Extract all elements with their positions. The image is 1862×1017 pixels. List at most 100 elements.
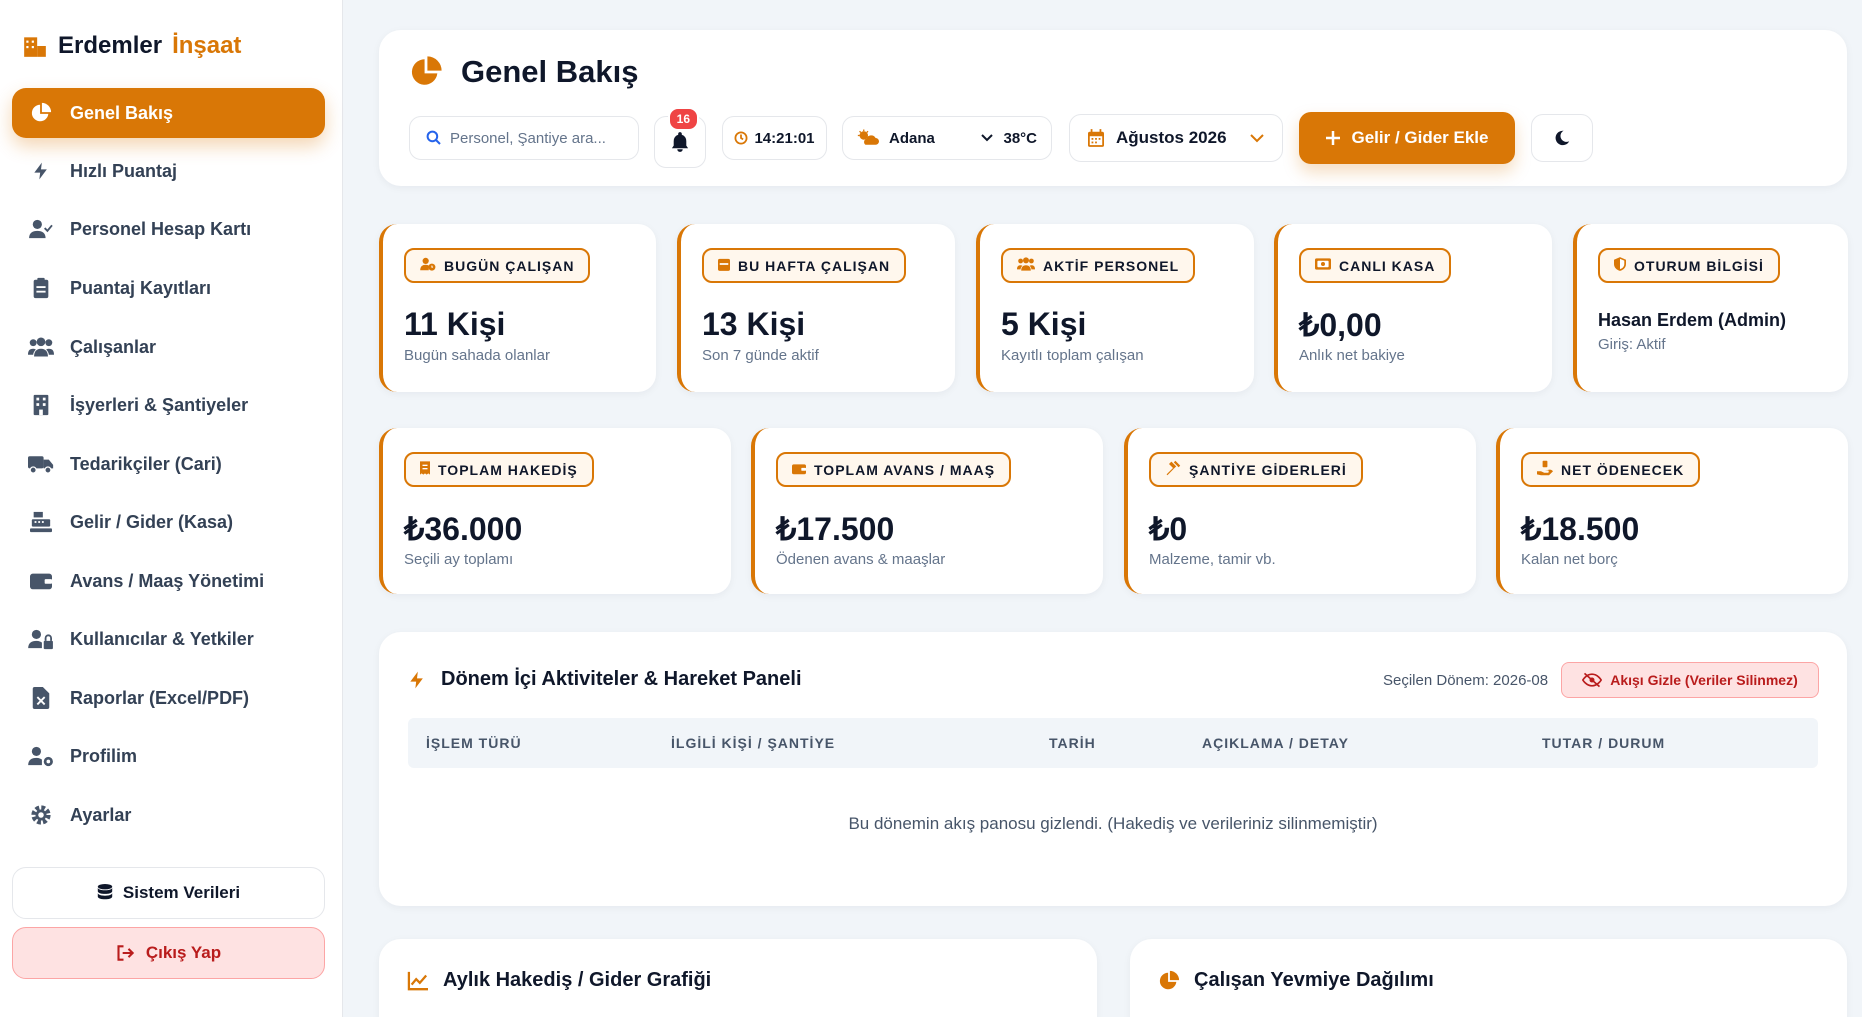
wallet-icon [792, 462, 806, 478]
sidebar-item-label: Personel Hesap Kartı [70, 218, 252, 239]
wage-distribution-card: Çalışan Yevmiye Dağılımı [1130, 939, 1847, 1017]
sidebar-item-calisanlar[interactable]: Çalışanlar [12, 322, 325, 372]
cash-register-icon [28, 509, 54, 535]
stat-card-aktif-personel: AKTİF PERSONEL 5 Kişi Kayıtlı toplam çal… [976, 224, 1254, 392]
session-status: Giriş: Aktif [1598, 336, 1666, 353]
line-chart-icon [407, 971, 428, 990]
calendar-icon [1088, 129, 1104, 147]
sidebar-item-isyerleri-santiyeler[interactable]: İşyerleri & Şantiyeler [12, 380, 325, 430]
add-button-label: Gelir / Gider Ekle [1351, 128, 1489, 147]
sidebar-item-puantaj-kayitlari[interactable]: Puantaj Kayıtları [12, 263, 325, 313]
sidebar-item-raporlar[interactable]: Raporlar (Excel/PDF) [12, 673, 325, 723]
stat-card-bugun-calisan: BUGÜN ÇALIŞAN 11 Kişi Bugün sahada olanl… [379, 224, 656, 392]
stat-badge: NET ÖDENECEK [1521, 452, 1701, 487]
receipt-icon [420, 461, 430, 478]
stat-card-toplam-avans-maas: TOPLAM AVANS / MAAŞ ₺17.500 Ödenen avans… [751, 428, 1103, 594]
brand-logo[interactable]: Erdemler İnşaat [22, 32, 241, 60]
column-header: TUTAR / DURUM [1542, 735, 1666, 751]
sidebar-item-label: Çalışanlar [70, 336, 157, 357]
logout-button[interactable]: Çıkış Yap [12, 927, 325, 979]
stat-label: ŞANTİYE GİDERLERİ [1189, 461, 1347, 478]
sidebar-item-avans-maas[interactable]: Avans / Maaş Yönetimi [12, 556, 325, 606]
bolt-icon [28, 158, 54, 184]
sidebar: Erdemler İnşaat Genel Bakış Hızlı Puanta… [0, 0, 343, 1017]
stat-badge: CANLI KASA [1299, 248, 1452, 283]
stat-sub: Kalan net borç [1521, 551, 1618, 568]
add-income-expense-button[interactable]: Gelir / Gider Ekle [1299, 112, 1515, 164]
pie-chart-icon [28, 100, 54, 126]
user-lock-icon [28, 626, 54, 652]
search-icon [426, 130, 441, 145]
stat-card-toplam-hakedis: TOPLAM HAKEDİŞ ₺36.000 Seçili ay toplamı [379, 428, 731, 594]
clock-icon [734, 131, 748, 145]
stat-sub: Anlık net bakiye [1299, 347, 1405, 364]
theme-toggle-button[interactable] [1531, 114, 1593, 162]
stat-value: ₺17.500 [776, 511, 895, 547]
sidebar-item-tedarikciler[interactable]: Tedarikçiler (Cari) [12, 439, 325, 489]
sidebar-item-kullanicilar-yetkiler[interactable]: Kullanıcılar & Yetkiler [12, 614, 325, 664]
monthly-chart-card: Aylık Hakediş / Gider Grafiği [379, 939, 1097, 1017]
activity-panel: Dönem İçi Aktiviteler & Hareket Paneli S… [379, 632, 1847, 906]
sidebar-item-profilim[interactable]: Profilim [12, 731, 325, 781]
sign-out-icon [117, 945, 134, 961]
stat-label: TOPLAM HAKEDİŞ [438, 461, 578, 478]
stat-badge: ŞANTİYE GİDERLERİ [1149, 452, 1363, 487]
notification-button[interactable]: 16 [654, 107, 706, 168]
chart-card-title-text: Aylık Hakediş / Gider Grafiği [443, 969, 712, 991]
stat-value: ₺0,00 [1299, 307, 1382, 343]
sidebar-item-label: Raporlar (Excel/PDF) [70, 687, 250, 708]
search-box[interactable] [409, 116, 639, 160]
moon-icon [1555, 130, 1570, 146]
plus-icon [1326, 131, 1341, 145]
chevron-down-icon [981, 134, 994, 142]
file-excel-icon [28, 685, 54, 711]
distribution-card-title: Çalışan Yevmiye Dağılımı [1158, 969, 1434, 992]
brand-name-part2: İnşaat [172, 32, 242, 59]
sun-cloud-icon [857, 129, 879, 145]
sidebar-item-ayarlar[interactable]: Ayarlar [12, 790, 325, 840]
sidebar-item-label: İşyerleri & Şantiyeler [70, 394, 249, 415]
sidebar-item-hizli-puantaj[interactable]: Hızlı Puantaj [12, 146, 325, 196]
hide-feed-label: Akışı Gizle (Veriler Silinmez) [1610, 672, 1798, 688]
stat-badge: BU HAFTA ÇALIŞAN [702, 248, 907, 283]
stat-badge: TOPLAM HAKEDİŞ [404, 452, 594, 487]
weather-widget[interactable]: Adana 38°C [842, 116, 1052, 160]
sidebar-item-personel-hesap-karti[interactable]: Personel Hesap Kartı [12, 204, 325, 254]
user-check-icon [28, 216, 54, 242]
stat-badge: BUGÜN ÇALIŞAN [404, 248, 591, 283]
gear-icon [28, 802, 54, 828]
sidebar-item-label: Profilim [70, 745, 138, 766]
sidebar-item-genel-bakis[interactable]: Genel Bakış [12, 88, 325, 138]
sidebar-item-gelir-gider[interactable]: Gelir / Gider (Kasa) [12, 497, 325, 547]
system-data-button[interactable]: Sistem Verileri [12, 867, 325, 919]
sidebar-item-label: Tedarikçiler (Cari) [70, 453, 222, 474]
hide-feed-button[interactable]: Akışı Gizle (Veriler Silinmez) [1561, 662, 1819, 698]
money-icon [1315, 257, 1331, 274]
stat-label: OTURUM BİLGİSİ [1634, 257, 1764, 274]
stat-sub: Kayıtlı toplam çalışan [1001, 347, 1144, 364]
wallet-icon [28, 568, 54, 594]
clock-display: 14:21:01 [722, 116, 827, 160]
users-icon [1017, 257, 1035, 274]
stat-sub: Bugün sahada olanlar [404, 347, 550, 364]
search-input[interactable] [450, 129, 630, 147]
building-icon [28, 392, 54, 418]
calendar-week-icon [718, 257, 730, 274]
stat-label: CANLI KASA [1339, 257, 1436, 274]
clock-time: 14:21:01 [754, 129, 815, 147]
stat-value: ₺0 [1149, 511, 1188, 547]
stat-value: ₺18.500 [1521, 511, 1640, 547]
stat-card-canli-kasa: CANLI KASA ₺0,00 Anlık net bakiye [1274, 224, 1552, 392]
session-user: Hasan Erdem (Admin) [1598, 310, 1787, 330]
sidebar-item-label: Ayarlar [70, 804, 132, 825]
logout-label: Çıkış Yap [145, 943, 222, 962]
chevron-down-icon [1250, 133, 1264, 142]
database-icon [97, 884, 113, 900]
column-header: TARİH [1049, 735, 1096, 751]
period-select[interactable]: Ağustos 2026 [1069, 114, 1283, 162]
activity-table-header: İŞLEM TÜRÜ İLGİLİ KİŞİ / ŞANTİYE TARİH A… [408, 718, 1818, 768]
stat-label: AKTİF PERSONEL [1043, 257, 1180, 274]
activity-title: Dönem İçi Aktiviteler & Hareket Paneli [407, 668, 802, 691]
shield-icon [1614, 257, 1626, 274]
column-header: İLGİLİ KİŞİ / ŞANTİYE [671, 735, 836, 751]
